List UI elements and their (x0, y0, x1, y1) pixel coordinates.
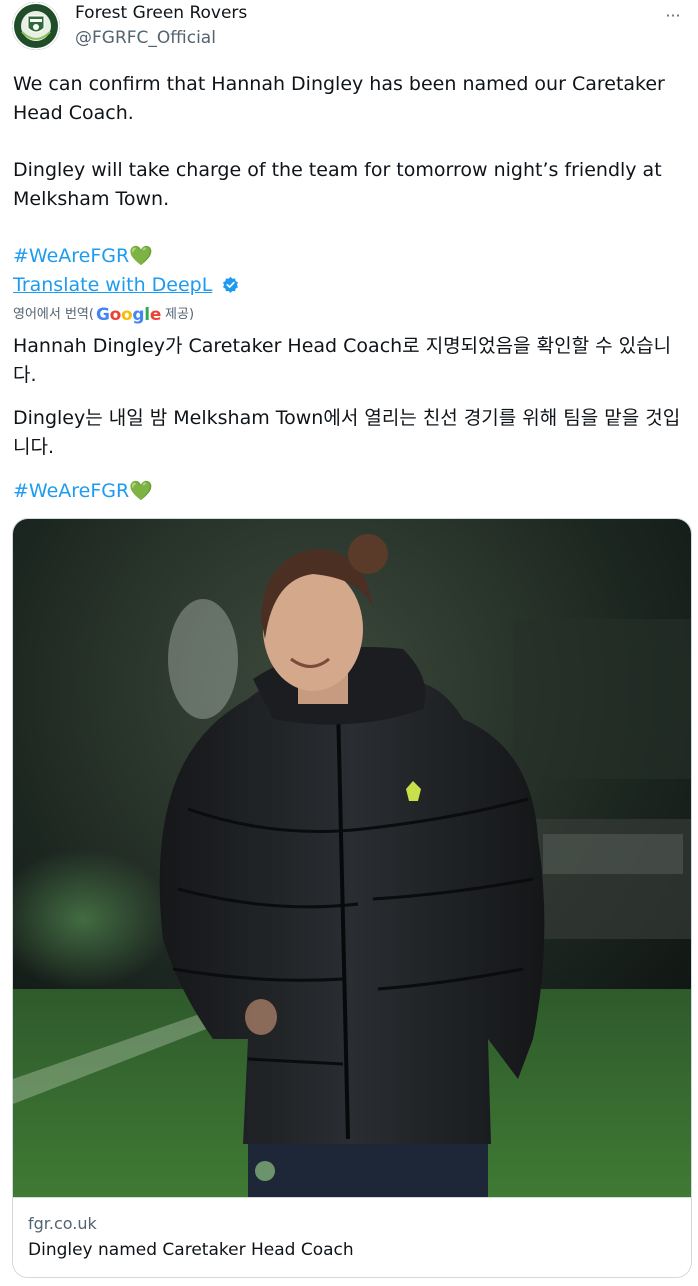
tweet-paragraph-2: Dingley will take charge of the team for… (13, 159, 662, 210)
fgr-crest-icon (12, 2, 60, 50)
translated-paragraph-1: Hannah Dingley가 Caretaker Head Coach로 지명… (13, 335, 672, 386)
card-image[interactable] (13, 519, 691, 1197)
tweet-container: Forest Green Rovers @FGRFC_Official ··· … (0, 0, 698, 1286)
translated-hashtag-link[interactable]: #WeAreFGR (13, 480, 129, 502)
google-logo-icon: Google (95, 305, 162, 325)
translated-paragraph-2: Dingley는 내일 밤 Melksham Town에서 열리는 친선 경기를… (13, 407, 681, 458)
tweet-hashtag-line: #WeAreFGR💚 (13, 242, 685, 271)
card-footer: fgr.co.uk Dingley named Caretaker Head C… (13, 1197, 691, 1277)
link-preview-card[interactable]: fgr.co.uk Dingley named Caretaker Head C… (12, 518, 692, 1278)
deepl-verified-badge-icon (223, 276, 238, 293)
author-handle[interactable]: @FGRFC_Official (75, 28, 216, 48)
author-name[interactable]: Forest Green Rovers (75, 3, 247, 23)
translation-provider-suffix: 제공) (165, 307, 195, 322)
green-heart-emoji: 💚 (129, 480, 153, 502)
card-domain: fgr.co.uk (28, 1214, 97, 1233)
translation-source-label: 영어에서 번역( (13, 307, 94, 322)
translated-hashtag-line: #WeAreFGR💚 (13, 477, 685, 506)
hashtag-link[interactable]: #WeAreFGR (13, 245, 129, 267)
translate-deepl-link[interactable]: Translate with DeepL (13, 271, 212, 300)
google-translation-credit: 영어에서 번역( Google 제공) (13, 304, 194, 326)
more-options-icon: ··· (665, 6, 681, 25)
more-options-button[interactable]: ··· (660, 4, 686, 28)
card-title[interactable]: Dingley named Caretaker Head Coach (28, 1240, 354, 1260)
coach-photo (13, 519, 691, 1197)
tweet-paragraph-1: We can confirm that Hannah Dingley has b… (13, 73, 665, 124)
avatar[interactable] (12, 2, 60, 50)
green-heart-emoji: 💚 (129, 245, 153, 267)
tweet-header: Forest Green Rovers @FGRFC_Official ··· (12, 2, 686, 54)
